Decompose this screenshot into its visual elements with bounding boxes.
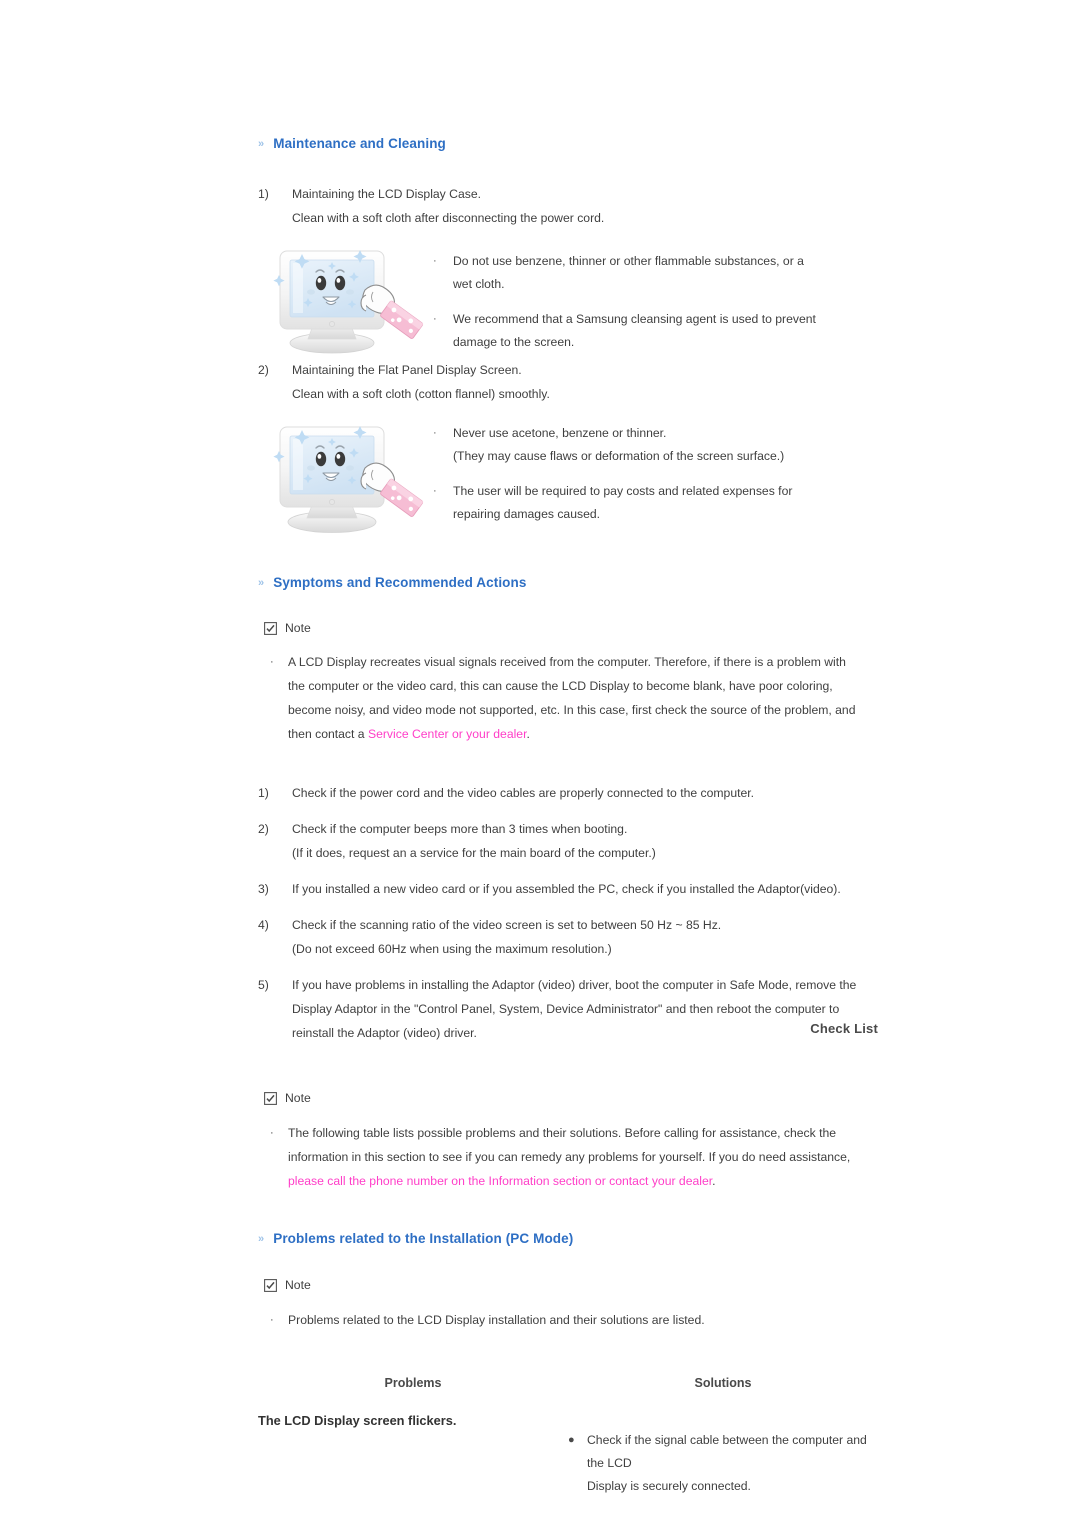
- list-number: 1): [258, 786, 269, 800]
- list-line: If you have problems in installing the A…: [292, 978, 857, 992]
- bullet-item: · The user will be required to pay costs…: [433, 480, 878, 526]
- bullet-dot-icon: ·: [270, 656, 274, 668]
- solution-line: Display is securely connected.: [587, 1479, 751, 1493]
- monitor-cleaning-icon: [273, 250, 424, 354]
- list-line: Display Adaptor in the "Control Panel, S…: [292, 1002, 840, 1016]
- note-label-text: Note: [285, 1091, 311, 1105]
- bullet-item: · Never use acetone, benzene or thinner.…: [433, 422, 878, 468]
- monitor-cleaning-illustration-2: [258, 412, 433, 540]
- note-line: become noisy, and video mode not support…: [288, 703, 856, 717]
- list-number: 2): [258, 822, 269, 836]
- column-header-solutions: Solutions: [694, 1376, 752, 1390]
- bullet-line: (They may cause flaws or deformation of …: [453, 449, 785, 463]
- list-line: Maintaining the LCD Display Case.: [292, 187, 481, 201]
- note-line: A LCD Display recreates visual signals r…: [288, 655, 846, 669]
- bullet-line: Do not use benzene, thinner or other fla…: [453, 254, 804, 268]
- list-line: (If it does, request an a service for th…: [292, 846, 656, 860]
- note-line-with-link: then contact a Service Center or your de…: [288, 722, 880, 746]
- chevron-right-icon: »: [258, 138, 265, 150]
- note-line: Problems related to the LCD Display inst…: [288, 1313, 705, 1327]
- list-line: Clean with a soft cloth (cotton flannel)…: [292, 387, 550, 401]
- chevron-right-icon: »: [258, 577, 265, 589]
- bullet-dot-icon: ·: [270, 1314, 274, 1326]
- solution-cell: ● Check if the signal cable between the …: [568, 1411, 878, 1498]
- list-item: 4) Check if the scanning ratio of the vi…: [258, 913, 878, 961]
- list-line: Check if the power cord and the video ca…: [292, 786, 755, 800]
- list-line: If you installed a new video card or if …: [292, 882, 841, 896]
- note-line: the computer or the video card, this can…: [288, 679, 833, 693]
- bullet-line: repairing damages caused.: [453, 507, 601, 521]
- note-line-suffix: .: [526, 727, 530, 741]
- bullet-line: We recommend that a Samsung cleansing ag…: [453, 312, 816, 326]
- bullet-dot-icon: ·: [270, 1127, 274, 1139]
- list-line: (Do not exceed 60Hz when using the maxim…: [292, 942, 612, 956]
- document-page: » Maintenance and Cleaning 1) Maintainin…: [0, 0, 1080, 1528]
- bullet-line: The user will be required to pay costs a…: [453, 484, 793, 498]
- list-item: 1) Check if the power cord and the video…: [258, 781, 878, 805]
- note-line: information in this section to see if yo…: [288, 1150, 851, 1164]
- figure-block-2: · Never use acetone, benzene or thinner.…: [258, 412, 878, 540]
- column-header-problems: Problems: [384, 1376, 442, 1390]
- note-label-check-list: Note: [264, 1091, 884, 1105]
- list-item: 2) Check if the computer beeps more than…: [258, 817, 878, 865]
- list-number: 3): [258, 882, 269, 896]
- problem-cell: The LCD Display screen flickers.: [258, 1413, 457, 1428]
- bullet-line: damage to the screen.: [453, 335, 575, 349]
- note-label-symptoms: Note: [264, 621, 884, 635]
- heading-check-list: Check List: [258, 1021, 878, 1036]
- heading-symptoms-and-recommended-actions: » Symptoms and Recommended Actions: [258, 575, 878, 590]
- list-line: Check if the scanning ratio of the video…: [292, 918, 722, 932]
- filled-bullet-icon: ●: [568, 1434, 575, 1446]
- heading-maintenance-and-cleaning: » Maintenance and Cleaning: [258, 136, 878, 151]
- bullet-dot-icon: ·: [433, 313, 437, 325]
- maintenance-item-2: 2) Maintaining the Flat Panel Display Sc…: [258, 358, 878, 418]
- note-body-installation: · Problems related to the LCD Display in…: [270, 1308, 880, 1332]
- section-heading-label: Symptoms and Recommended Actions: [273, 575, 527, 590]
- information-section-link[interactable]: please call the phone number on the Info…: [288, 1174, 712, 1188]
- note-icon: [264, 1091, 277, 1105]
- monitor-cleaning-illustration-1: [258, 240, 433, 358]
- bullet-item: · Do not use benzene, thinner or other f…: [433, 250, 878, 296]
- list-line: Check if the computer beeps more than 3 …: [292, 822, 628, 836]
- list-item: 3) If you installed a new video card or …: [258, 877, 878, 901]
- note-label-installation: Note: [264, 1278, 884, 1292]
- figure-block-1: · Do not use benzene, thinner or other f…: [258, 240, 878, 366]
- bullet-dot-icon: ·: [433, 485, 437, 497]
- list-number: 4): [258, 918, 269, 932]
- note-line-prefix: then contact a: [288, 727, 368, 741]
- list-line: Maintaining the Flat Panel Display Scree…: [292, 363, 522, 377]
- list-number: 2): [258, 363, 269, 377]
- maintenance-item-1: 1) Maintaining the LCD Display Case. Cle…: [258, 182, 878, 242]
- note-icon: [264, 1278, 277, 1292]
- check-list-title: Check List: [810, 1021, 878, 1036]
- section-heading-label: Problems related to the Installation (PC…: [273, 1231, 574, 1246]
- heading-problems-installation: » Problems related to the Installation (…: [258, 1231, 878, 1246]
- bullet-item: · We recommend that a Samsung cleansing …: [433, 308, 878, 354]
- solution-line: Check if the signal cable between the co…: [587, 1433, 867, 1470]
- bullet-dot-icon: ·: [433, 255, 437, 267]
- figure-2-bullet-list: · Never use acetone, benzene or thinner.…: [433, 412, 878, 538]
- problems-solutions-table: Problems Solutions The LCD Display scree…: [258, 1376, 878, 1498]
- bullet-dot-icon: ·: [433, 427, 437, 439]
- note-line-with-link: please call the phone number on the Info…: [288, 1169, 880, 1193]
- monitor-cleaning-icon: [273, 426, 424, 533]
- list-line: Clean with a soft cloth after disconnect…: [292, 211, 605, 225]
- note-line: The following table lists possible probl…: [288, 1126, 837, 1140]
- table-header-row: Problems Solutions: [258, 1376, 878, 1390]
- table-row: The LCD Display screen flickers. ● Check…: [258, 1411, 878, 1498]
- note-body-symptoms: · A LCD Display recreates visual signals…: [270, 650, 880, 746]
- bullet-line: Never use acetone, benzene or thinner.: [453, 426, 667, 440]
- note-label-text: Note: [285, 1278, 311, 1292]
- note-label-text: Note: [285, 621, 311, 635]
- figure-1-bullet-list: · Do not use benzene, thinner or other f…: [433, 240, 878, 366]
- symptoms-step-list: 1) Check if the power cord and the video…: [258, 781, 878, 1057]
- note-icon: [264, 621, 277, 635]
- service-center-link[interactable]: Service Center or your dealer: [368, 727, 527, 741]
- note-body-check-list: · The following table lists possible pro…: [270, 1121, 880, 1193]
- chevron-right-icon: »: [258, 1233, 265, 1245]
- section-heading-label: Maintenance and Cleaning: [273, 136, 446, 151]
- list-number: 1): [258, 187, 269, 201]
- note-line-suffix: .: [712, 1174, 716, 1188]
- bullet-line: wet cloth.: [453, 277, 505, 291]
